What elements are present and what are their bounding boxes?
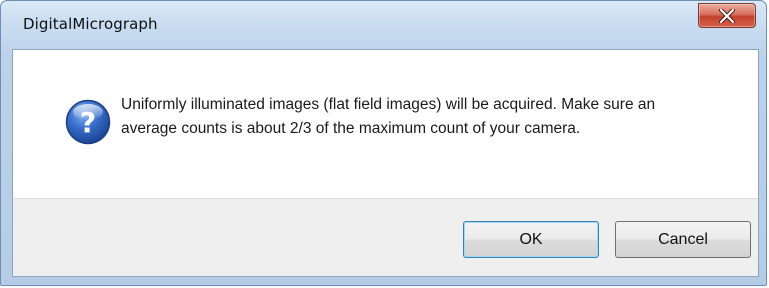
dialog-message: Uniformly illuminated images (flat field…: [121, 96, 656, 137]
question-icon: ?: [65, 99, 111, 145]
window-title: DigitalMicrograph: [23, 15, 158, 33]
dialog-window: DigitalMicrograph ? Uniformly illuminate…: [0, 0, 767, 286]
button-bar: OK Cancel: [13, 198, 758, 276]
cancel-button[interactable]: Cancel: [615, 221, 751, 258]
question-glyph: ?: [80, 106, 96, 139]
title-bar[interactable]: DigitalMicrograph: [1, 1, 766, 49]
message-area: ? Uniformly illuminated images (flat fie…: [13, 50, 758, 198]
close-x-icon: [719, 9, 735, 23]
close-button[interactable]: [698, 3, 756, 28]
dialog-client-area: ? Uniformly illuminated images (flat fie…: [12, 49, 759, 277]
ok-button[interactable]: OK: [463, 221, 599, 258]
